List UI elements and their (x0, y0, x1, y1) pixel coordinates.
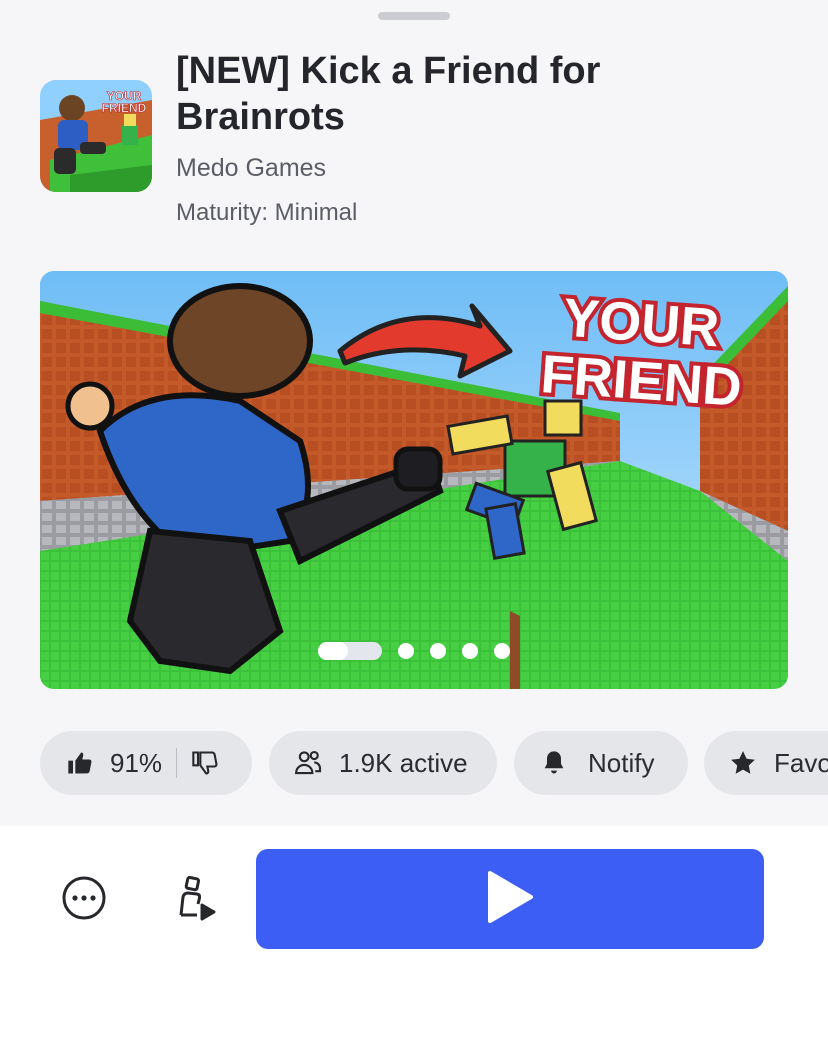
active-players-pill[interactable]: 1.9K active (269, 731, 497, 795)
thumbnail-carousel[interactable]: YOUR FRIEND (40, 271, 788, 689)
active-players-count: 1.9K active (339, 747, 468, 778)
notify-button[interactable]: Notify (514, 731, 688, 795)
svg-text:FRIEND: FRIEND (102, 101, 147, 115)
carousel-pagination[interactable] (318, 642, 510, 660)
game-icon: YOUR FRIEND (40, 80, 152, 192)
divider (176, 748, 178, 778)
play-with-friends-button[interactable] (166, 872, 222, 928)
thumbs-up-icon[interactable] (66, 749, 94, 777)
notify-label: Notify (588, 747, 655, 778)
rating-pill: 91% (40, 731, 252, 795)
play-icon (486, 870, 534, 929)
maturity-rating: Maturity: Minimal (176, 199, 358, 226)
bell-icon (540, 749, 568, 777)
rating-value: 91% (110, 747, 163, 778)
favorite-button[interactable]: Favo (704, 731, 828, 795)
favorite-label: Favo (774, 747, 828, 778)
more-options-button[interactable] (56, 872, 112, 928)
creator-name[interactable]: Medo Games (176, 154, 326, 183)
pagination-dot[interactable] (398, 643, 414, 659)
more-icon (61, 875, 107, 926)
star-icon (728, 748, 758, 778)
stats-row: 91% 1.9K active Notify Favo (40, 731, 828, 795)
users-icon (293, 748, 323, 778)
thumbs-down-icon[interactable] (191, 749, 219, 777)
sheet-grabber[interactable] (378, 12, 450, 20)
pagination-dot[interactable] (494, 643, 510, 659)
pagination-dot-active[interactable] (318, 642, 382, 660)
play-button[interactable] (256, 849, 764, 949)
pagination-dot[interactable] (462, 643, 478, 659)
pagination-dot[interactable] (430, 643, 446, 659)
game-title: [NEW] Kick a Friend for Brainrots (176, 50, 601, 138)
avatar-play-icon (169, 873, 219, 928)
